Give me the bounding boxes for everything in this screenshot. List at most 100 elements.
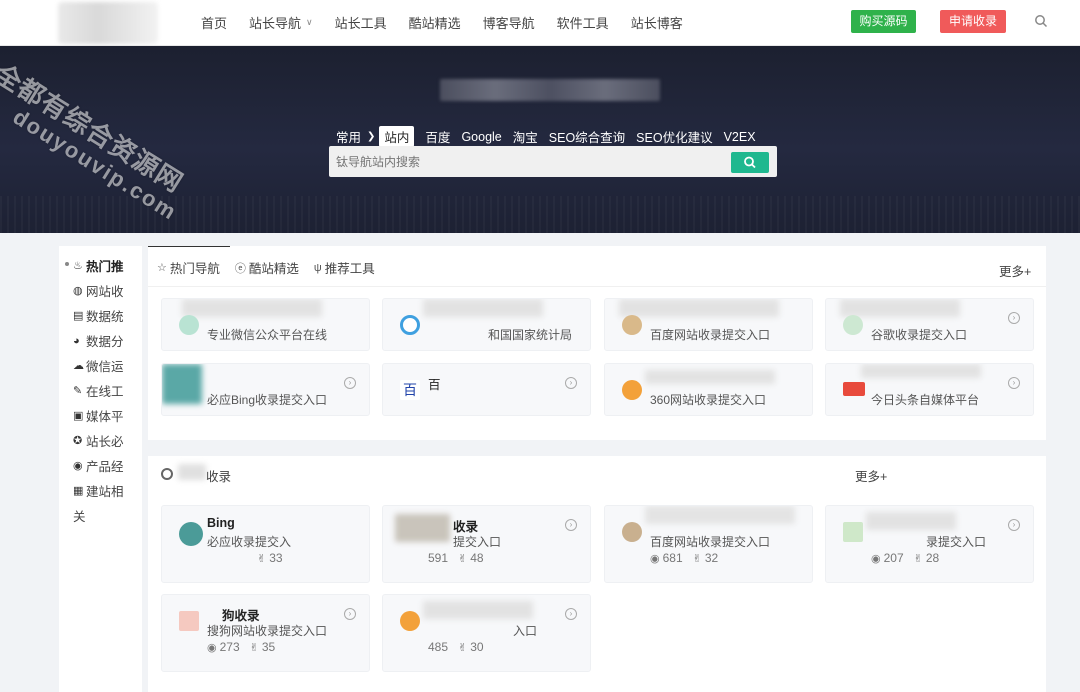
- nav-item-label: 站长工具: [334, 15, 387, 31]
- site-card[interactable]: 谷歌收录提交入口 ›: [825, 298, 1034, 351]
- search-tab-baidu[interactable]: 百度: [425, 127, 450, 146]
- blurred-title: [645, 506, 795, 524]
- site-card[interactable]: Bing 必应收录提交入 ✌ 33: [161, 505, 370, 583]
- more-link[interactable]: 更多+: [855, 466, 887, 485]
- search-icon[interactable]: [1034, 14, 1048, 28]
- tool-icon: ✎: [73, 384, 83, 397]
- fire-icon: ♨: [73, 259, 83, 272]
- tab-hot-navigation[interactable]: ☆ 热门导航: [157, 258, 220, 277]
- apply-listing-button[interactable]: 申请收录: [940, 10, 1006, 33]
- sidebar-item-wechat-ops[interactable]: ☁ 微信运: [73, 356, 124, 375]
- site-icon: [400, 611, 420, 631]
- site-card[interactable]: 百度网站收录提交入口 ◉ 681 ✌ 32: [604, 505, 813, 583]
- site-card[interactable]: 百度网站收录提交入口: [604, 298, 813, 351]
- like-count: ✌ 33: [257, 551, 283, 565]
- card-stats: ◉ 273 ✌ 35: [207, 640, 285, 654]
- sidebar-item-label: 热门推: [86, 260, 124, 274]
- site-card[interactable]: 录提交入口 ◉ 207 ✌ 28 ›: [825, 505, 1034, 583]
- like-count: ✌ 28: [913, 551, 940, 565]
- card-description: 谷歌收录提交入口: [871, 328, 968, 342]
- buy-source-button[interactable]: 购买源码: [851, 10, 916, 33]
- search-tab-v2ex[interactable]: V2EX: [724, 130, 756, 144]
- search-input[interactable]: [329, 146, 729, 177]
- sidebar-item-webmaster-must[interactable]: ✪ 站长必: [73, 431, 124, 450]
- card-description: 百度网站收录提交入口: [650, 328, 771, 342]
- sidebar-item-product-manager[interactable]: ◉ 产品经: [73, 456, 124, 475]
- chevron-right-circle-icon[interactable]: ›: [344, 608, 356, 620]
- chevron-right-circle-icon[interactable]: ›: [1008, 519, 1020, 531]
- view-count: ◉ 273: [207, 640, 240, 654]
- sidebar-item-data-stats[interactable]: ▤ 数据统: [73, 306, 124, 325]
- card-description: 专业微信公众平台在线: [207, 328, 328, 342]
- nav-item-software-tools[interactable]: 软件工具: [557, 13, 609, 32]
- hero-search-section: 常用 ❯ 站内 百度 Google 淘宝 SEO综合查询 SEO优化建议 V2E…: [0, 46, 1080, 233]
- search-submit-button[interactable]: [731, 152, 769, 173]
- chevron-right-circle-icon[interactable]: ›: [1008, 312, 1020, 324]
- site-card[interactable]: 和国国家统计局: [382, 298, 591, 351]
- nav-item-cool-sites[interactable]: 酷站精选: [409, 13, 461, 32]
- globe-icon: ◍: [73, 284, 83, 297]
- site-logo[interactable]: [58, 2, 158, 44]
- search-icon: [744, 156, 756, 169]
- sidebar-item-related[interactable]: 关: [73, 506, 86, 525]
- sidebar-item-data-analysis[interactable]: ◕ 数据分: [73, 331, 124, 350]
- chevron-right-circle-icon[interactable]: ›: [565, 519, 577, 531]
- site-card[interactable]: 今日头条自媒体平台 ›: [825, 363, 1034, 416]
- nav-item-home[interactable]: 首页: [201, 13, 227, 32]
- sidebar-item-site-building[interactable]: ▦ 建站相: [73, 481, 124, 500]
- site-card[interactable]: 狗收录 搜狗网站收录提交入口 ◉ 273 ✌ 35 ›: [161, 594, 370, 672]
- sidebar-item-media-platform[interactable]: ▣ 媒体平: [73, 406, 124, 425]
- site-card[interactable]: 360网站收录提交入口: [604, 363, 813, 416]
- chevron-right-circle-icon[interactable]: ›: [565, 608, 577, 620]
- blurred-title: [840, 299, 960, 317]
- site-card[interactable]: 专业微信公众平台在线: [161, 298, 370, 351]
- site-icon: [843, 522, 863, 542]
- search-tab-onsite[interactable]: 站内: [379, 126, 415, 147]
- chevron-right-circle-icon[interactable]: ›: [1008, 377, 1020, 389]
- product-icon: ◉: [73, 459, 83, 472]
- search-tab-seo-advice[interactable]: SEO优化建议: [636, 127, 712, 146]
- sidebar-item-hot[interactable]: ♨ 热门推: [73, 256, 124, 275]
- blurred-title: [182, 299, 322, 317]
- card-description: 搜狗网站收录提交入口: [207, 624, 328, 638]
- watermark-url: douyouvip.com: [8, 104, 182, 226]
- tab-cool-sites[interactable]: ⓔ 酷站精选: [235, 258, 299, 277]
- like-count: ✌ 32: [692, 551, 719, 565]
- tab-recommended-tools[interactable]: ψ 推荐工具: [314, 258, 375, 277]
- card-description: 提交入口: [453, 535, 502, 549]
- blurred-title: [619, 299, 779, 317]
- sidebar-item-site-submit[interactable]: ◍ 网站收: [73, 281, 124, 300]
- nav-item-webmaster-blog[interactable]: 站长博客: [631, 13, 683, 32]
- active-dot: [65, 262, 69, 266]
- search-tab-google[interactable]: Google: [461, 130, 501, 144]
- more-link[interactable]: 更多+: [999, 261, 1031, 280]
- nav-item-webmaster-tools[interactable]: 站长工具: [335, 13, 387, 32]
- search-tab-seo-query[interactable]: SEO综合查询: [549, 127, 625, 146]
- site-card[interactable]: 必应Bing收录提交入口 ›: [161, 363, 370, 416]
- chevron-right-circle-icon[interactable]: ›: [344, 377, 356, 389]
- nav-item-label: 站长导航: [249, 15, 302, 31]
- like-count: ✌ 35: [249, 640, 276, 654]
- nav-item-blog-nav[interactable]: 博客导航: [483, 13, 535, 32]
- sidebar-item-label: 在线工: [86, 385, 124, 399]
- fork-icon: ψ: [313, 261, 322, 274]
- chevron-right-circle-icon[interactable]: ›: [565, 377, 577, 389]
- sidebar-item-online-tools[interactable]: ✎ 在线工: [73, 381, 124, 400]
- tab-label: 热门导航: [169, 262, 220, 276]
- view-count: ◉ 681: [650, 551, 683, 565]
- nav-item-label: 首页: [201, 15, 228, 31]
- card-description: 和国国家统计局: [488, 328, 573, 342]
- search-engine-tabs: 常用 ❯ 站内 百度 Google 淘宝 SEO综合查询 SEO优化建议 V2E…: [336, 126, 767, 147]
- sidebar-item-label: 产品经: [86, 460, 124, 474]
- search-tab-group-common[interactable]: 常用: [336, 127, 361, 146]
- search-tab-taobao[interactable]: 淘宝: [513, 127, 538, 146]
- nav-item-webmaster-nav[interactable]: 站长导航 ∨: [249, 13, 313, 32]
- thumbs-up-icon: ✌: [249, 641, 259, 654]
- site-card[interactable]: 收录 提交入口 591 ✌ 48 ›: [382, 505, 591, 583]
- site-card[interactable]: 入口 485 ✌ 30 ›: [382, 594, 591, 672]
- active-tab-indicator: [148, 246, 230, 247]
- card-stats: 591 ✌ 48: [428, 551, 494, 565]
- site-card[interactable]: 百 百 ›: [382, 363, 591, 416]
- card-description: 今日头条自媒体平台: [871, 393, 980, 407]
- nav-item-label: 酷站精选: [408, 15, 461, 31]
